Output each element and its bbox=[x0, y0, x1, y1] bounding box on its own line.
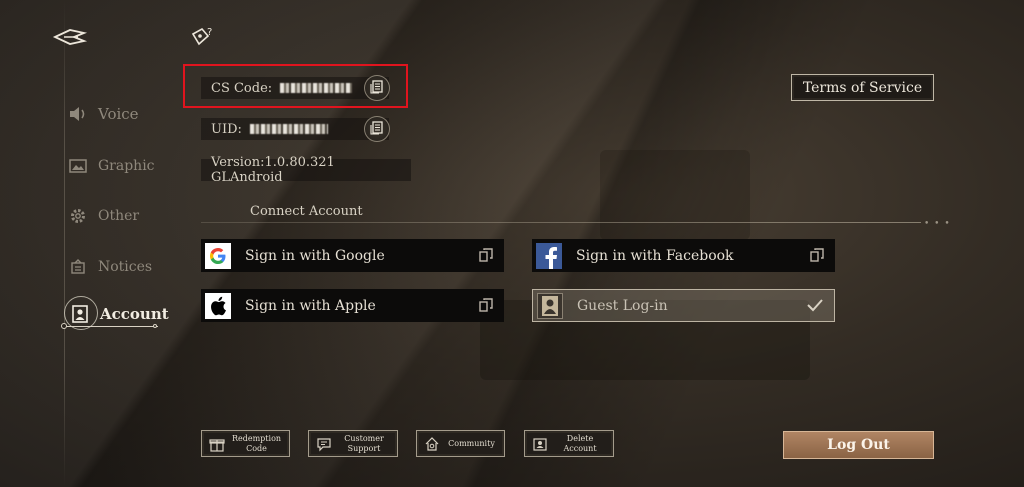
decor-dot bbox=[61, 323, 67, 329]
sidebar-item-account[interactable]: Account bbox=[66, 304, 169, 324]
sidebar-item-other[interactable]: Other bbox=[68, 206, 139, 226]
google-icon bbox=[205, 242, 231, 269]
section-divider bbox=[201, 222, 921, 223]
portrait-icon bbox=[70, 304, 90, 324]
gear-icon bbox=[68, 206, 88, 226]
active-underline bbox=[64, 326, 158, 327]
apple-icon bbox=[205, 292, 231, 319]
sidebar-item-label: Voice bbox=[98, 105, 139, 123]
version-field: Version:1.0.80.321 GLAndroid bbox=[201, 155, 411, 185]
sidebar-divider bbox=[64, 0, 65, 487]
gift-icon bbox=[208, 435, 226, 453]
sidebar-item-label: Notices bbox=[98, 259, 153, 275]
background-shape bbox=[600, 150, 750, 240]
chat-icon bbox=[315, 435, 333, 453]
sign-in-google-label: Sign in with Google bbox=[245, 247, 385, 264]
notice-icon bbox=[68, 257, 88, 277]
checkmark-icon bbox=[806, 297, 824, 317]
sidebar-item-label: Graphic bbox=[98, 158, 155, 174]
cs-code-highlight-box bbox=[183, 64, 408, 108]
guest-icon bbox=[537, 292, 563, 319]
uid-label: UID: bbox=[211, 121, 242, 137]
back-arrow-icon[interactable] bbox=[52, 26, 88, 48]
sign-in-google-button[interactable]: Sign in with Google bbox=[201, 239, 504, 272]
log-out-label: Log Out bbox=[827, 437, 890, 453]
sign-in-facebook-button[interactable]: Sign in with Facebook bbox=[532, 239, 835, 272]
community-label: Community bbox=[448, 438, 495, 448]
svg-text:?: ? bbox=[207, 27, 212, 38]
sidebar-item-graphic[interactable]: Graphic bbox=[68, 156, 155, 176]
community-button[interactable]: Community bbox=[416, 430, 505, 457]
decor-dot bbox=[153, 324, 157, 328]
terms-of-service-button[interactable]: Terms of Service bbox=[791, 74, 934, 101]
delete-account-label: Delete Account bbox=[563, 433, 597, 453]
connect-account-title: Connect Account bbox=[250, 204, 363, 219]
speaker-icon bbox=[68, 104, 88, 124]
sidebar-item-voice[interactable]: Voice bbox=[68, 104, 139, 124]
id-card-icon bbox=[531, 435, 549, 453]
delete-account-button[interactable]: Delete Account bbox=[524, 430, 614, 457]
sidebar-item-notices[interactable]: Notices bbox=[68, 257, 152, 277]
sign-in-apple-button[interactable]: Sign in with Apple bbox=[201, 289, 504, 322]
terms-label: Terms of Service bbox=[802, 79, 923, 96]
home-icon bbox=[423, 435, 441, 453]
redemption-code-label: Redemption Code bbox=[231, 433, 282, 453]
copy-uid-button[interactable] bbox=[364, 116, 390, 142]
sidebar-item-label: Account bbox=[100, 305, 169, 323]
uid-field: UID: bbox=[201, 118, 389, 140]
facebook-icon bbox=[536, 242, 562, 269]
help-icon[interactable]: ? bbox=[190, 24, 216, 50]
guest-login-label: Guest Log-in bbox=[577, 297, 668, 314]
uid-value-redacted bbox=[249, 124, 328, 134]
section-divider-dots: • • • bbox=[924, 219, 951, 229]
redemption-code-button[interactable]: Redemption Code bbox=[201, 430, 290, 457]
link-icon bbox=[478, 247, 494, 263]
image-icon bbox=[68, 156, 88, 176]
version-text: Version:1.0.80.321 GLAndroid bbox=[211, 155, 335, 185]
sign-in-apple-label: Sign in with Apple bbox=[245, 297, 376, 314]
sidebar-item-label: Other bbox=[98, 208, 140, 224]
copy-icon bbox=[370, 120, 384, 139]
link-icon bbox=[809, 247, 825, 263]
log-out-button[interactable]: Log Out bbox=[783, 431, 934, 459]
customer-support-button[interactable]: Customer Support bbox=[308, 430, 398, 457]
customer-support-label: Customer Support bbox=[344, 433, 384, 453]
guest-login-button[interactable]: Guest Log-in bbox=[532, 289, 835, 322]
sign-in-facebook-label: Sign in with Facebook bbox=[576, 247, 734, 264]
link-icon bbox=[478, 297, 494, 313]
